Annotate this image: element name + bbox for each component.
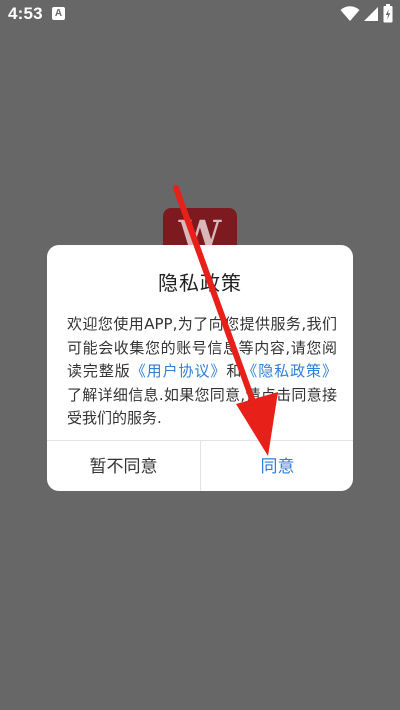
body-text-and: 和 (226, 362, 243, 380)
agree-button[interactable]: 同意 (201, 441, 353, 491)
status-time: 4:53 (8, 4, 43, 23)
wifi-icon (340, 6, 360, 21)
privacy-policy-dialog: 隐私政策 欢迎您使用APP,为了向您提供服务,我们可能会收集您的账号信息等内容,… (47, 245, 353, 491)
privacy-policy-link[interactable]: 《隐私政策》 (242, 362, 337, 380)
decline-button[interactable]: 暂不同意 (47, 441, 200, 491)
status-bar: 4:53 A (0, 0, 400, 28)
user-agreement-link[interactable]: 《用户协议》 (131, 362, 227, 380)
dialog-body: 欢迎您使用APP,为了向您提供服务,我们可能会收集您的账号信息等内容,请您阅读完… (67, 313, 337, 431)
cell-signal-icon (364, 7, 378, 21)
body-text-outro: 了解详细信息.如果您同意,请点击同意接受我们的服务. (67, 385, 337, 428)
dialog-title: 隐私政策 (158, 271, 242, 295)
battery-icon (383, 4, 393, 23)
a-box-icon: A (52, 7, 65, 20)
